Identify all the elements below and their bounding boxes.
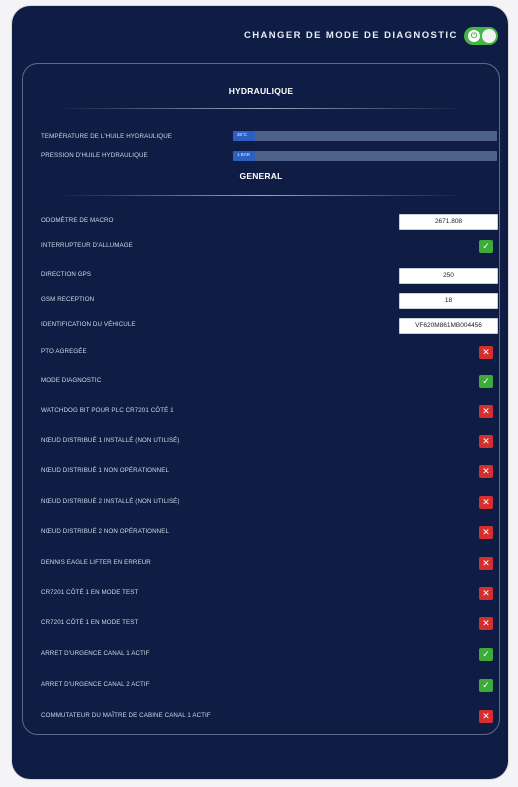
emergency-stop-1-label: ARRET D'URGENCE CANAL 1 ACTIF [41,650,150,657]
gps-direction-value: 250 [399,268,498,284]
diagnostic-mode-label: MODE DIAGNOSTIC [41,377,102,384]
cross-icon: ✕ [479,346,493,359]
cross-icon: ✕ [479,587,493,600]
cr7201-test-label-2: CR7201 CÔTÉ 1 EN MODE TEST [41,619,139,626]
odometer-value: 2671.808 [399,214,498,230]
gsm-reception-label: GSM RECEPTION [41,296,95,303]
watchdog-label: WATCHDOG BIT POUR PLC CR7201 CÔTÉ 1 [41,407,174,414]
node1-nonop-label: NŒUD DISTRIBUÉ 1 NON OPÉRATIONNEL [41,467,169,474]
toggle-knob [482,29,496,43]
cross-icon: ✕ [479,526,493,539]
ignition-switch-label: INTERRUPTEUR D'ALLUMAGE [41,242,133,249]
vehicle-id-value: VF620M861MB004456 [399,318,498,334]
power-icon: ⏻ [468,30,480,42]
emergency-stop-2-label: ARRET D'URGENCE CANAL 2 ACTIF [41,681,150,688]
vehicle-id-label: IDENTIFICATION DU VÉHICULE [41,321,136,328]
diagnostic-panel: HYDRAULIQUE TEMPÉRATURE DE L'HUILE HYDRA… [22,63,500,735]
odometer-label: ODOMÈTRE DE MACRO [41,217,114,224]
divider [57,195,465,196]
app-screen: CHANGER DE MODE DE DIAGNOSTIC ⏻ HYDRAULI… [12,6,508,779]
hydraulic-oil-temperature-label: TEMPÉRATURE DE L'HUILE HYDRAULIQUE [41,133,172,140]
cross-icon: ✕ [479,465,493,478]
pto-label: PTO AGREGÉE [41,348,87,355]
cross-icon: ✕ [479,710,493,723]
bar-value: 1 BAR [237,152,251,157]
cross-icon: ✕ [479,496,493,509]
cross-icon: ✕ [479,435,493,448]
check-icon: ✓ [479,240,493,253]
check-icon: ✓ [479,648,493,661]
section-title-hydraulique: HYDRAULIQUE [228,86,294,96]
node1-installed-label: NŒUD DISTRIBUÉ 1 INSTALLÉ (NON UTILISÉ) [41,437,180,444]
gps-direction-label: DIRECTION GPS [41,271,92,278]
cr7201-test-label: CR7201 CÔTÉ 1 EN MODE TEST [41,589,139,596]
check-icon: ✓ [479,375,493,388]
hydraulic-oil-temperature-bar: 36°C [233,131,497,141]
cross-icon: ✕ [479,557,493,570]
gsm-reception-value: 18 [399,293,498,309]
hydraulic-oil-pressure-bar: 1 BAR [233,151,497,161]
lifter-error-label: DENNIS EAGLE LIFTER EN ERREUR [41,559,151,566]
section-title-general: GENERAL [239,171,283,181]
node2-installed-label: NŒUD DISTRIBUÉ 2 INSTALLÉ (NON UTILISÉ) [41,498,180,505]
hydraulic-oil-pressure-label: PRESSION D'HUILE HYDRAULIQUE [41,152,148,159]
cross-icon: ✕ [479,617,493,630]
diagnostic-mode-toggle[interactable]: ⏻ [464,27,498,45]
divider [57,108,465,109]
check-icon: ✓ [479,679,493,692]
cab-master-switch-label: COMMUTATEUR DU MAÎTRE DE CABINE CANAL 1 … [41,712,211,719]
header: CHANGER DE MODE DE DIAGNOSTIC ⏻ [12,6,508,62]
diagnostic-mode-title: CHANGER DE MODE DE DIAGNOSTIC [244,30,458,41]
bar-value: 36°C [237,132,248,137]
cross-icon: ✕ [479,405,493,418]
node2-nonop-label: NŒUD DISTRIBUÉ 2 NON OPÉRATIONNEL [41,528,169,535]
